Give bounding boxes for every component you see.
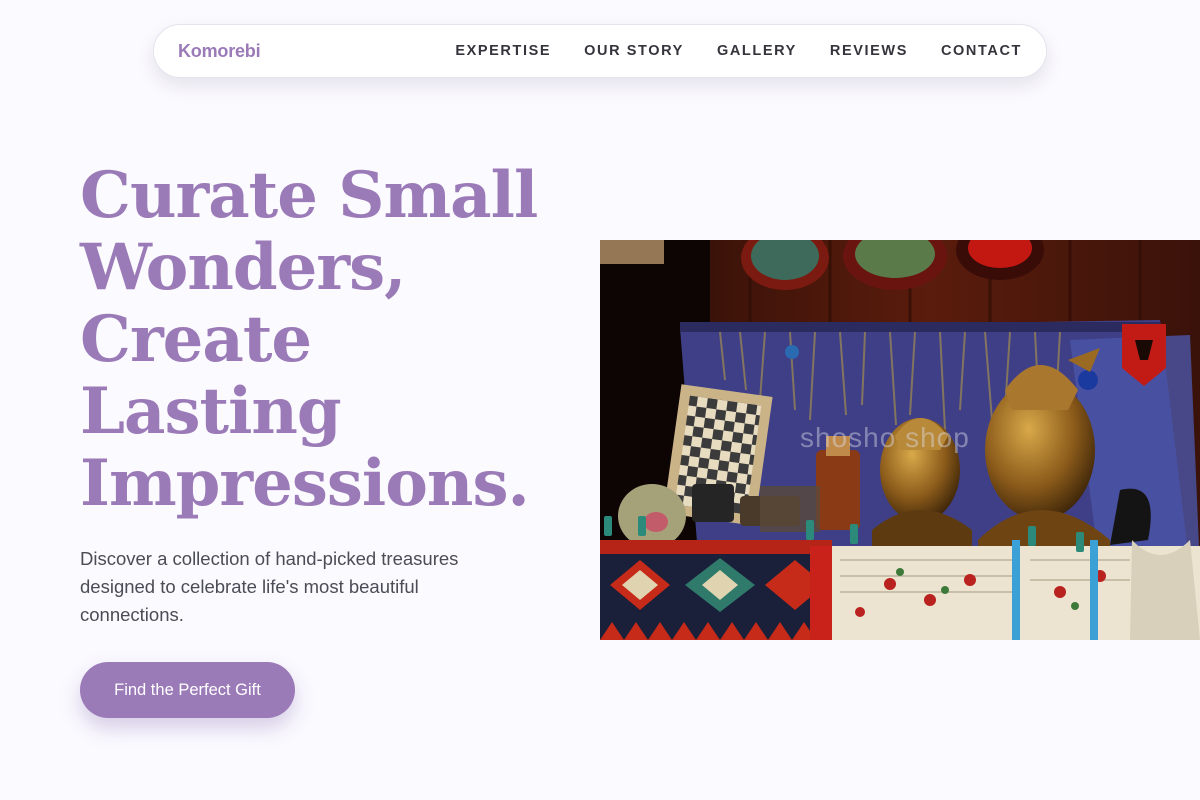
hero-image: shosho shop xyxy=(600,240,1200,640)
hero-title-line: Curate Small xyxy=(80,158,538,233)
hero-title-line: Wonders, xyxy=(80,230,406,305)
find-perfect-gift-button[interactable]: Find the Perfect Gift xyxy=(80,662,295,718)
image-watermark: shosho shop xyxy=(800,422,970,453)
nav-link-contact[interactable]: CONTACT xyxy=(941,43,1022,59)
nav-link-reviews[interactable]: REVIEWS xyxy=(830,43,908,59)
hero-title-line: Create xyxy=(80,302,312,377)
nav-link-our-story[interactable]: OUR STORY xyxy=(584,43,684,59)
hero-title-line: Lasting xyxy=(80,374,342,449)
top-navigation-bar: Komorebi EXPERTISE OUR STORY GALLERY REV… xyxy=(153,24,1047,78)
hero-title: Curate Small Wonders, Create Lasting Imp… xyxy=(80,160,550,520)
hero-title-line: Impressions. xyxy=(80,446,530,521)
hero-subtitle: Discover a collection of hand-picked tre… xyxy=(80,548,459,625)
brand-logo[interactable]: Komorebi xyxy=(178,41,261,62)
nav-link-expertise[interactable]: EXPERTISE xyxy=(455,43,551,59)
nav-links: EXPERTISE OUR STORY GALLERY REVIEWS CONT… xyxy=(455,43,1022,59)
nav-link-gallery[interactable]: GALLERY xyxy=(717,43,797,59)
